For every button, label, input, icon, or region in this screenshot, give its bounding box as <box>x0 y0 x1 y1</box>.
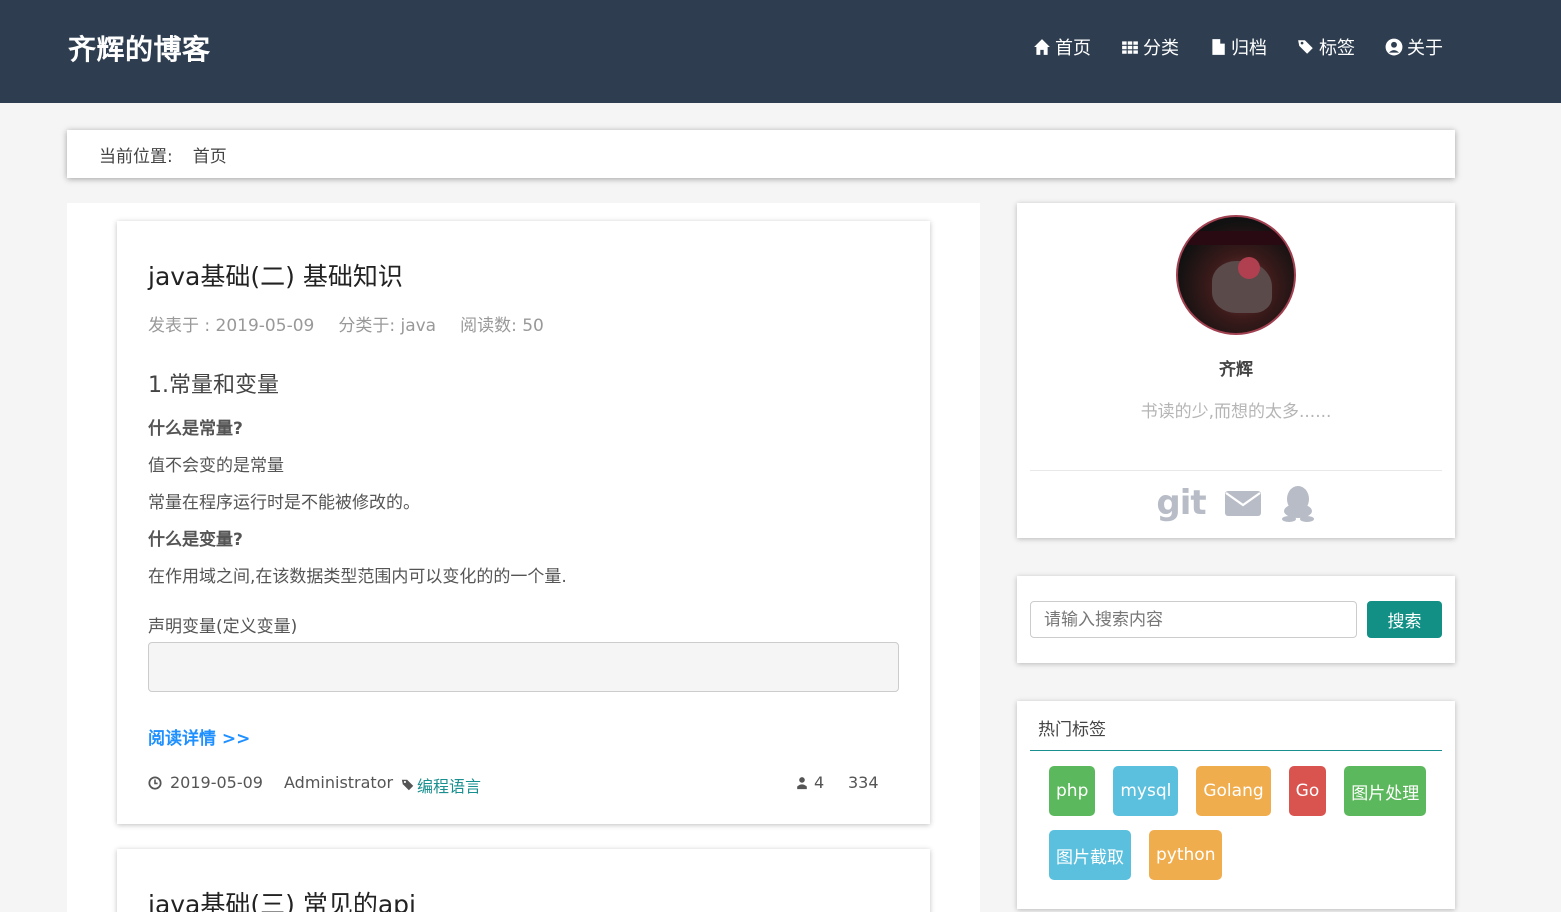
hot-tag[interactable]: 图片处理 <box>1344 766 1427 816</box>
git-icon[interactable]: git <box>1156 483 1206 523</box>
code-block <box>148 642 899 692</box>
post-user-count: 4 <box>795 773 824 792</box>
nav-item-tags[interactable]: 标签 <box>1297 34 1355 60</box>
site-brand[interactable]: 齐辉的博客 <box>68 28 211 68</box>
post-footer-date-text: 2019-05-09 <box>170 773 263 792</box>
avatar <box>1176 215 1296 335</box>
file-icon <box>1212 39 1225 55</box>
post-card: java基础(三) 常见的api <box>117 849 930 912</box>
main-nav: 首页 分类 归档 标签 关于 <box>1033 34 1443 60</box>
post-tag-link[interactable]: 编程语言 <box>401 773 481 797</box>
nav-label-category: 分类 <box>1143 38 1179 59</box>
post-excerpt: 1.常量和变量 什么是常量? 值不会变的是常量 常量在程序运行时是不能被修改的。… <box>148 367 900 596</box>
user-icon <box>797 776 807 789</box>
hot-tag[interactable]: python <box>1149 830 1223 880</box>
post-decl-label: 声明变量(定义变量) <box>148 617 298 637</box>
post-read-count: 阅读数: 50 <box>460 316 544 336</box>
post-section-heading: 1.常量和变量 <box>148 373 279 398</box>
profile-name: 齐辉 <box>1219 360 1253 380</box>
top-navbar: 齐辉的博客 首页 分类 归档 标签 关于 <box>0 0 1561 103</box>
tags-icon <box>1298 40 1313 54</box>
profile-motto: 书读的少,而想的太多...... <box>1140 402 1332 422</box>
post-title[interactable]: java基础(二) 基础知识 <box>148 257 403 293</box>
post-footer: 2019-05-09 Administrator 编程语言 4 334 <box>148 773 879 797</box>
divider <box>1030 470 1442 471</box>
post-excerpt-line: 常量在程序运行时是不能被修改的。 <box>148 493 420 513</box>
hot-tag[interactable]: php <box>1049 766 1096 816</box>
read-more-link[interactable]: 阅读详情 >> <box>148 724 250 749</box>
profile-card: 齐辉 书读的少,而想的太多...... git <box>1017 203 1455 538</box>
post-author: Administrator <box>284 773 394 792</box>
breadcrumb-current[interactable]: 首页 <box>193 142 227 167</box>
post-excerpt-line: 在作用域之间,在该数据类型范围内可以变化的的一个量. <box>148 567 567 587</box>
search-input[interactable] <box>1030 601 1357 638</box>
search-button[interactable]: 搜索 <box>1367 601 1442 638</box>
nav-label-about: 关于 <box>1407 38 1443 59</box>
nav-label-archive: 归档 <box>1231 38 1267 59</box>
post-excerpt-line: 什么是变量? <box>148 530 243 550</box>
post-category: 分类于: java <box>338 316 437 336</box>
breadcrumb-label: 当前位置: <box>99 146 173 167</box>
post-tag-label: 编程语言 <box>417 777 482 796</box>
nav-item-category[interactable]: 分类 <box>1121 34 1179 60</box>
social-links: git <box>1017 483 1455 523</box>
nav-label-home: 首页 <box>1055 38 1091 59</box>
clock-icon <box>148 775 162 790</box>
tag-cloud: php mysql Golang Go 图片处理图片截取 python <box>1049 766 1439 880</box>
hot-tag[interactable]: 图片截取 <box>1049 830 1131 880</box>
post-card: java基础(二) 基础知识 发表于 : 2019-05-09 分类于: jav… <box>117 221 930 824</box>
nav-item-about[interactable]: 关于 <box>1385 34 1443 60</box>
post-published-date: 发表于 : 2019-05-09 <box>148 316 315 336</box>
post-excerpt-line: 什么是常量? <box>148 419 243 439</box>
nav-item-archive[interactable]: 归档 <box>1209 34 1267 60</box>
divider <box>1030 750 1442 751</box>
post-view-count: 334 <box>848 773 879 792</box>
post-meta: 发表于 : 2019-05-09 分类于: java 阅读数: 50 <box>148 311 544 336</box>
post-user-count-text: 4 <box>814 773 825 792</box>
envelope-icon[interactable] <box>1224 488 1262 518</box>
breadcrumb: 当前位置: 首页 <box>67 130 1455 178</box>
hot-tag[interactable]: Go <box>1288 766 1327 816</box>
nav-item-home[interactable]: 首页 <box>1033 34 1091 60</box>
post-footer-date: 2019-05-09 <box>148 773 263 792</box>
search-card: 搜索 <box>1017 576 1455 663</box>
hot-tags-title: 热门标签 <box>1038 720 1106 740</box>
post-title[interactable]: java基础(三) 常见的api <box>148 885 416 912</box>
hot-tag[interactable]: mysql <box>1113 766 1179 816</box>
home-icon <box>1034 39 1050 55</box>
post-excerpt-line: 值不会变的是常量 <box>148 456 284 476</box>
nav-label-tags: 标签 <box>1319 38 1355 59</box>
user-circle-icon <box>1385 38 1403 56</box>
hot-tags-card: 热门标签 php mysql Golang Go 图片处理图片截取 python <box>1017 701 1455 909</box>
hot-tag[interactable]: Golang <box>1196 766 1271 816</box>
grid-icon <box>1122 41 1138 54</box>
tag-icon <box>401 779 414 791</box>
qq-icon[interactable] <box>1280 484 1316 522</box>
